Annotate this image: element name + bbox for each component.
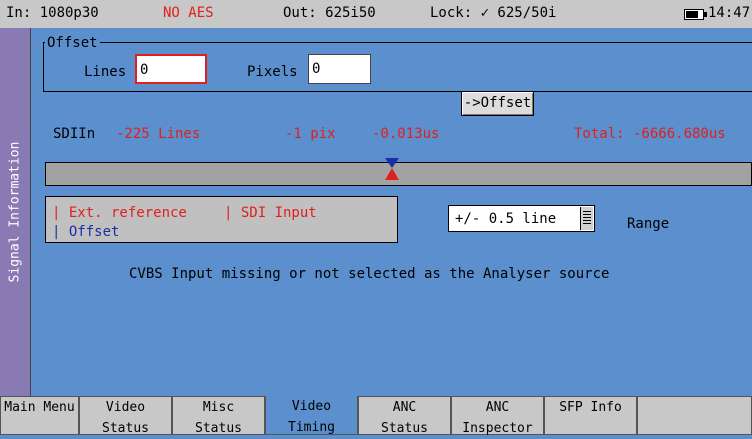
pixels-value: 0 [312,61,321,77]
tab-misc-status-label2: Status [195,421,242,436]
offset-us-readout: -0.013us [372,126,440,142]
lock-status: Lock: ✓ 625/50i [430,5,557,21]
tab-sfp-info[interactable]: SFP Info [544,396,637,435]
output-format: Out: 625i50 [283,5,376,21]
lines-input[interactable]: 0 [135,54,207,84]
tab-anc-inspector-label: ANC [485,400,510,415]
legend-sdi-input: | SDI Input [224,205,317,221]
status-bar: In: 1080p30 NO AES Out: 625i50 Lock: ✓ 6… [0,0,752,29]
tab-misc-status[interactable]: Misc Status [172,396,265,436]
aes-status: NO AES [163,5,214,21]
tab-video-timing-label: Video [291,399,332,414]
tab-video-status-label: Video [105,400,146,415]
pixels-input[interactable]: 0 [308,54,371,84]
marker-legend: | Ext. reference | SDI Input | Offset [45,196,398,243]
range-label: Range [627,216,670,232]
range-value: +/- 0.5 line [455,211,557,227]
tab-video-timing[interactable]: Video Timing [265,396,358,435]
range-scroll-icon[interactable] [580,207,593,230]
signal-information-label: Signal Information [7,141,23,283]
legend-offset: | Offset [52,224,120,240]
offset-pix-readout: -1 pix [285,126,336,142]
tab-main-menu[interactable]: Main Menu [0,396,79,435]
offset-group-legend: Offset [45,35,100,51]
status-message: CVBS Input missing or not selected as th… [129,266,610,282]
tab-video-status-label2: Status [102,421,149,436]
lines-label: Lines [84,64,127,80]
tab-anc-inspector[interactable]: ANC Inspector [451,396,544,436]
reference-marker-icon [385,168,399,180]
offset-marker-icon [385,158,399,168]
battery-icon [684,9,707,20]
range-select[interactable]: +/- 0.5 line [448,205,595,232]
tab-empty [637,396,752,435]
tab-anc-inspector-label2: Inspector [462,421,533,436]
tab-anc-status-label2: Status [381,421,428,436]
tab-anc-status[interactable]: ANC Status [358,396,451,436]
input-format: In: 1080p30 [6,5,99,21]
legend-ext-reference: | Ext. reference [52,205,187,221]
clock: 14:47 [708,5,751,21]
tab-misc-status-label: Misc [202,400,235,415]
sdi-in-label: SDIIn [53,126,96,142]
tab-anc-status-label: ANC [392,400,417,415]
tab-sfp-info-label: SFP Info [559,400,622,415]
tab-main-menu-label: Main Menu [4,400,75,415]
total-readout: Total: -6666.680us [574,126,726,142]
pixels-label: Pixels [247,64,298,80]
apply-offset-button[interactable]: ->Offset [461,91,534,116]
tab-bar: Main Menu Video Status Misc Status Video… [0,396,752,436]
offset-lines-readout: -225 Lines [116,126,201,142]
signal-information-tab[interactable]: Signal Information [0,28,31,396]
tab-video-status[interactable]: Video Status [79,396,172,436]
lines-value: 0 [140,62,149,78]
